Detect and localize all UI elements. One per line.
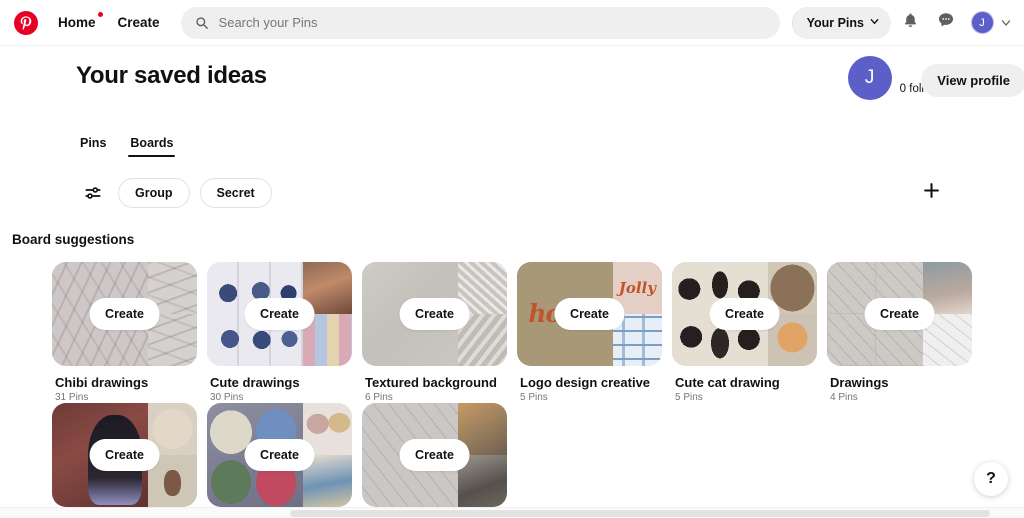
pinterest-logo-icon[interactable] xyxy=(14,10,38,35)
search-bar[interactable] xyxy=(180,6,780,39)
your-pins-label: Your Pins xyxy=(806,15,864,30)
profile-avatar: J xyxy=(847,56,892,100)
messages-button[interactable] xyxy=(929,6,963,40)
bell-icon xyxy=(902,12,919,34)
create-board-overlay-button[interactable]: Create xyxy=(244,298,315,330)
your-pins-dropdown[interactable]: Your Pins xyxy=(791,6,891,39)
avatar: J xyxy=(970,11,994,34)
board-thumbnail[interactable]: Create xyxy=(52,403,197,507)
profile-header: Your saved ideas J 0 following View prof… xyxy=(0,46,1024,110)
question-mark-icon: ? xyxy=(986,470,996,487)
board-thumbnail[interactable]: Create xyxy=(362,262,507,366)
board-card[interactable]: Create Cute drawings 30 Pins xyxy=(207,262,362,403)
board-pin-count: 4 Pins xyxy=(830,392,858,403)
nav-home[interactable]: Home xyxy=(47,8,107,37)
board-pin-count: 30 Pins xyxy=(210,392,244,403)
board-title: Textured background xyxy=(365,375,497,390)
chevron-down-icon xyxy=(869,16,880,30)
board-pin-count: 5 Pins xyxy=(520,392,548,403)
search-icon xyxy=(195,16,209,30)
board-suggestions-title: Board suggestions xyxy=(12,232,135,247)
filter-chip-secret[interactable]: Secret xyxy=(199,178,272,208)
plus-icon xyxy=(922,181,941,205)
profile-summary: J 0 following View profile xyxy=(847,56,1024,100)
board-thumbnail[interactable]: hollie Create xyxy=(517,262,662,366)
tab-boards[interactable]: Boards xyxy=(122,132,181,157)
help-button[interactable]: ? xyxy=(974,462,1008,496)
create-board-overlay-button[interactable]: Create xyxy=(89,298,160,330)
board-card[interactable]: Create Cute cat drawing 5 Pins xyxy=(672,262,827,403)
board-thumbnail[interactable]: Create xyxy=(827,262,972,366)
board-filter-row: Group Secret xyxy=(0,176,1024,210)
board-card[interactable]: hollie Create Logo design creative 5 Pin… xyxy=(517,262,672,403)
board-pin-count: 6 Pins xyxy=(365,392,393,403)
notification-dot-icon xyxy=(97,12,103,17)
chat-bubble-icon xyxy=(937,11,955,34)
tab-pins[interactable]: Pins xyxy=(72,132,114,156)
board-card[interactable]: Create Chibi drawings 31 Pins xyxy=(52,262,207,403)
create-board-overlay-button[interactable]: Create xyxy=(864,298,935,330)
account-avatar-button[interactable]: J xyxy=(965,6,999,40)
board-card[interactable]: Create Cute couple art 3 Pins xyxy=(362,403,517,518)
create-board-overlay-button[interactable]: Create xyxy=(554,298,625,330)
sliders-icon[interactable] xyxy=(80,180,106,206)
board-thumbnail[interactable]: Create xyxy=(362,403,507,507)
view-profile-button[interactable]: View profile xyxy=(921,64,1024,97)
nav-home-label: Home xyxy=(58,15,96,30)
board-thumbnail[interactable]: Create xyxy=(52,262,197,366)
create-board-overlay-button[interactable]: Create xyxy=(399,439,470,471)
board-card[interactable]: Create Cute art styles 3 Pins xyxy=(207,403,362,518)
create-board-overlay-button[interactable]: Create xyxy=(399,298,470,330)
board-pin-count: 5 Pins xyxy=(675,392,703,403)
board-suggestions-grid: Create Chibi drawings 31 Pins Create Cut… xyxy=(0,262,1024,518)
create-board-button[interactable] xyxy=(916,178,946,208)
board-card[interactable]: Create Cute little drawings 4 Pins xyxy=(52,403,207,518)
notifications-button[interactable] xyxy=(893,6,927,40)
horizontal-scrollbar[interactable] xyxy=(0,507,1024,518)
search-input[interactable] xyxy=(216,14,766,31)
create-board-overlay-button[interactable]: Create xyxy=(244,439,315,471)
create-board-overlay-button[interactable]: Create xyxy=(709,298,780,330)
board-title: Cute drawings xyxy=(210,375,300,390)
board-title: Drawings xyxy=(830,375,889,390)
nav-create-label: Create xyxy=(117,15,160,30)
board-thumbnail[interactable]: Create xyxy=(207,403,352,507)
board-thumbnail[interactable]: Create xyxy=(207,262,352,366)
top-navigation-bar: Home Create Your Pins xyxy=(0,0,1024,46)
page-title: Your saved ideas xyxy=(76,62,267,89)
board-title: Logo design creative xyxy=(520,375,651,390)
board-thumbnail[interactable]: Create xyxy=(672,262,817,366)
board-card[interactable]: Create Textured background 6 Pins xyxy=(362,262,517,403)
nav-create[interactable]: Create xyxy=(107,8,171,37)
create-board-overlay-button[interactable]: Create xyxy=(89,439,160,471)
scrollbar-thumb[interactable] xyxy=(290,510,990,517)
account-menu-chevron-icon[interactable] xyxy=(1000,17,1012,29)
board-card[interactable]: Create Drawings 4 Pins xyxy=(827,262,982,403)
board-pin-count: 31 Pins xyxy=(55,392,89,403)
board-title: Chibi drawings xyxy=(55,375,149,390)
board-title: Cute cat drawing xyxy=(675,375,780,390)
filter-chip-group[interactable]: Group xyxy=(118,178,190,208)
profile-tabs: Pins Boards xyxy=(0,132,1024,157)
